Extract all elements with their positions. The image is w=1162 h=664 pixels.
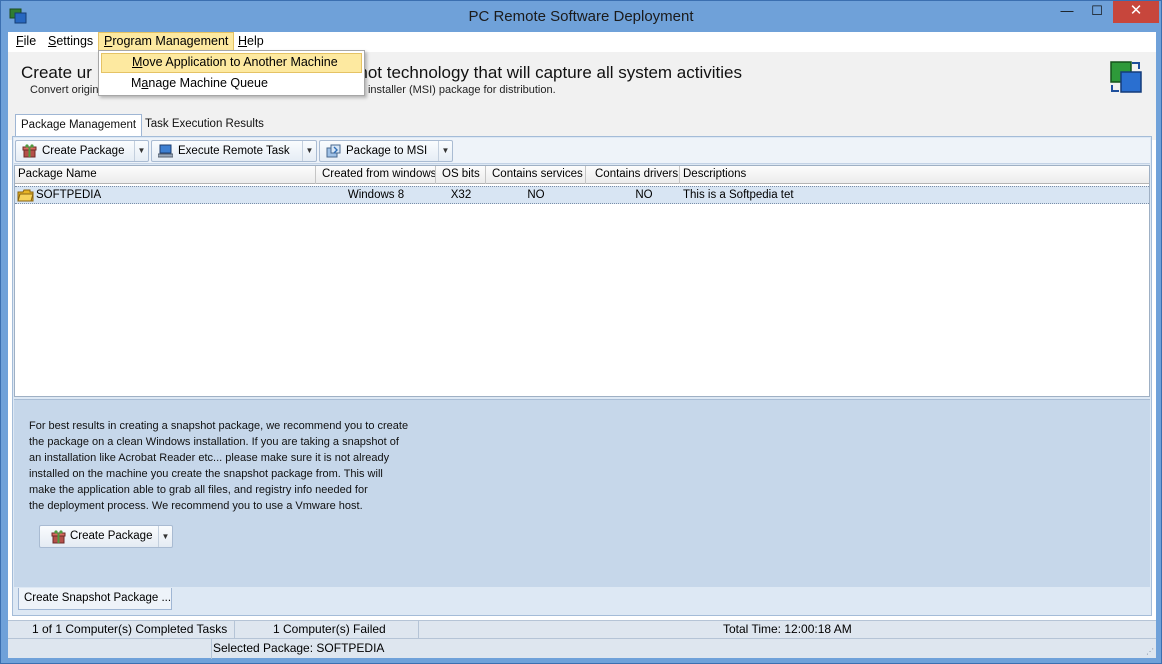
create-package-dropdown-icon[interactable]: ▼ bbox=[134, 141, 148, 161]
col-os-bits[interactable]: OS bits bbox=[436, 166, 486, 184]
cell-os-bits: X32 bbox=[450, 189, 472, 201]
status-total-time: Total Time: 12:00:18 AM bbox=[723, 622, 852, 636]
menu-bar: File Settings Program Management Help bbox=[8, 32, 1156, 52]
status-bar: 1 of 1 Computer(s) Completed Tasks 1 Com… bbox=[8, 620, 1156, 639]
col-contains-services[interactable]: Contains services bbox=[486, 166, 586, 184]
header-subtitle-left: Convert origin bbox=[30, 84, 99, 96]
info-line: installed on the machine you create the … bbox=[29, 468, 383, 480]
col-descriptions[interactable]: Descriptions bbox=[680, 166, 1149, 184]
client-area: File Settings Program Management Help Cr… bbox=[8, 32, 1156, 659]
minimize-button[interactable]: — bbox=[1053, 1, 1081, 23]
package-management-panel: Create Package ▼ Execute Remote Task ▼ P… bbox=[12, 136, 1152, 616]
create-package-button[interactable]: Create Package ▼ bbox=[15, 140, 149, 162]
close-button[interactable]: ✕ bbox=[1113, 1, 1159, 23]
header-title-right: shot technology that will capture all sy… bbox=[349, 63, 742, 82]
move-application-label: ove Application to Another Machine bbox=[142, 55, 338, 69]
package-to-msi-label: Package to MSI bbox=[346, 145, 428, 157]
package-table: Package Name Created from windows OS bit… bbox=[14, 165, 1150, 397]
header-subtitle-right: ws installer (MSI) package for distribut… bbox=[351, 84, 556, 96]
col-created-from-windows[interactable]: Created from windows bbox=[316, 166, 436, 184]
program-management-dropdown: Move Application to Another Machine Mana… bbox=[98, 50, 365, 96]
toolbar: Create Package ▼ Execute Remote Task ▼ P… bbox=[14, 138, 1150, 164]
header-title-left: Create ur bbox=[21, 63, 92, 82]
main-tabs: Package Management Task Execution Result… bbox=[8, 114, 1156, 136]
menu-item-move-application[interactable]: Move Application to Another Machine bbox=[101, 53, 362, 73]
info-line: the package on a clean Windows installat… bbox=[29, 436, 399, 448]
tab-task-execution-results[interactable]: Task Execution Results bbox=[140, 114, 269, 136]
folder-icon bbox=[17, 189, 34, 202]
computer-icon bbox=[158, 144, 173, 158]
menu-settings[interactable]: Settings bbox=[43, 32, 98, 52]
info-create-package-label: Create Package bbox=[70, 530, 153, 542]
menu-program-management[interactable]: Program Management bbox=[98, 32, 235, 52]
menu-help-accel: H bbox=[238, 34, 248, 48]
col-package-name[interactable]: Package Name bbox=[15, 166, 316, 184]
menu-help[interactable]: Help bbox=[233, 32, 269, 52]
menu-program-label: rogram Management bbox=[112, 34, 229, 48]
table-row[interactable]: SOFTPEDIA Windows 8 X32 NO NO This is a … bbox=[15, 186, 1149, 204]
status-completed: 1 of 1 Computer(s) Completed Tasks bbox=[8, 621, 235, 639]
cell-package-name: SOFTPEDIA bbox=[36, 189, 102, 201]
status-selected-package: Selected Package: SOFTPEDIA bbox=[211, 639, 384, 659]
create-package-label: Create Package bbox=[42, 145, 125, 157]
maximize-button[interactable]: ☐ bbox=[1081, 1, 1113, 23]
execute-remote-task-button[interactable]: Execute Remote Task ▼ bbox=[151, 140, 317, 162]
snapshot-info-panel: For best results in creating a snapshot … bbox=[14, 399, 1150, 587]
snapshot-recommendation-text: For best results in creating a snapshot … bbox=[29, 418, 409, 514]
menu-file-accel: F bbox=[16, 34, 24, 48]
info-line: make the application able to grab all fi… bbox=[29, 484, 368, 496]
execute-remote-task-label: Execute Remote Task bbox=[178, 145, 290, 157]
menu-item-manage-machine-queue[interactable]: Manage Machine Queue bbox=[101, 74, 362, 94]
app-logo-icon bbox=[1110, 61, 1142, 93]
tab-create-snapshot-package[interactable]: Create Snapshot Package ... bbox=[18, 588, 172, 610]
cell-created-from-windows: Windows 8 bbox=[347, 189, 405, 201]
package-to-msi-button[interactable]: Package to MSI ▼ bbox=[319, 140, 453, 162]
status-failed: 1 Computer(s) Failed bbox=[235, 621, 419, 639]
menu-file[interactable]: File bbox=[11, 32, 41, 52]
cell-contains-services: NO bbox=[527, 189, 545, 201]
execute-remote-task-dropdown-icon[interactable]: ▼ bbox=[302, 141, 316, 161]
manage-queue-prefix: M bbox=[131, 76, 142, 90]
cell-descriptions: This is a Softpedia tet bbox=[683, 189, 794, 201]
info-line: For best results in creating a snapshot … bbox=[29, 420, 409, 432]
menu-settings-label: ettings bbox=[56, 34, 94, 48]
manage-queue-label: nage Machine Queue bbox=[148, 76, 268, 90]
info-line: the deployment process. We recommend you… bbox=[29, 500, 363, 512]
menu-help-label: elp bbox=[247, 34, 264, 48]
move-application-accel: M bbox=[132, 55, 143, 69]
title-bar[interactable]: PC Remote Software Deployment — ☐ ✕ bbox=[1, 1, 1161, 32]
create-package-icon bbox=[22, 144, 37, 158]
resize-grip-icon[interactable]: ⋰ bbox=[1146, 647, 1154, 657]
menu-file-label: ile bbox=[23, 34, 37, 48]
table-header: Package Name Created from windows OS bit… bbox=[15, 166, 1149, 184]
create-package-icon bbox=[51, 530, 66, 544]
package-to-msi-dropdown-icon[interactable]: ▼ bbox=[438, 141, 452, 161]
status-bar-selected: Selected Package: SOFTPEDIA ⋰ bbox=[8, 638, 1156, 659]
tab-package-management[interactable]: Package Management bbox=[15, 114, 143, 136]
cell-contains-drivers: NO bbox=[635, 189, 653, 201]
app-window: PC Remote Software Deployment — ☐ ✕ File… bbox=[0, 0, 1162, 664]
msi-package-icon bbox=[326, 144, 341, 158]
window-title: PC Remote Software Deployment bbox=[468, 8, 694, 25]
info-create-package-button[interactable]: Create Package ▼ bbox=[39, 525, 173, 548]
info-create-package-dropdown-icon[interactable]: ▼ bbox=[158, 526, 172, 547]
col-contains-drivers[interactable]: Contains drivers bbox=[586, 166, 680, 184]
info-line: an installation like Acrobat Reader etc.… bbox=[29, 452, 390, 464]
